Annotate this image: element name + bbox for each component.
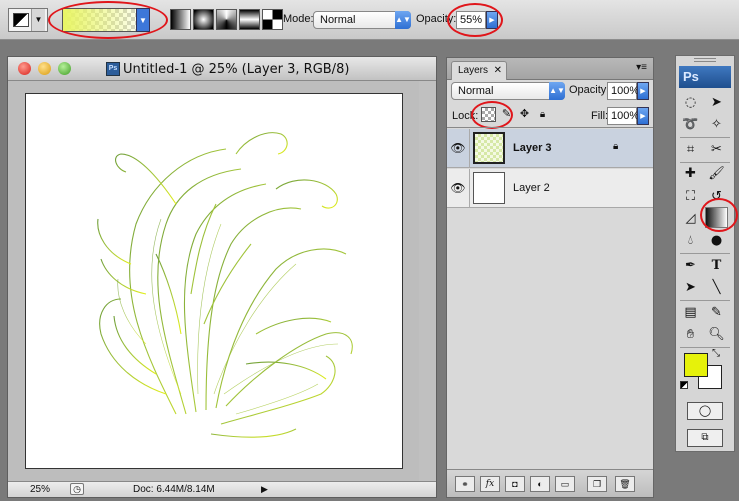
close-button[interactable] [18, 62, 31, 75]
tab-layers-label: Layers [458, 65, 489, 76]
dodge-tool-icon[interactable]: ● [705, 230, 728, 251]
eraser-tool-icon[interactable]: ◿ [679, 208, 702, 229]
layers-panel: Layers ✕ ▾≡ Normal ▲▼ Opacity: 100% ▶ Lo… [446, 57, 654, 498]
foreground-color-swatch[interactable] [684, 353, 708, 377]
mode-select[interactable]: Normal ▲▼ [313, 11, 411, 29]
lock-position-icon[interactable]: ✥ [517, 107, 532, 122]
fill-field[interactable]: 100% [607, 107, 639, 125]
move-tool-icon[interactable]: ➤ [705, 92, 728, 113]
type-tool-icon[interactable]: T [705, 255, 728, 276]
status-menu-arrow-icon[interactable]: ▶ [261, 483, 273, 495]
select-arrows-icon: ▲▼ [549, 82, 565, 100]
layer-lock-icon: 🔒︎ [613, 141, 619, 152]
reflected-gradient-button[interactable] [239, 9, 260, 30]
document-size: Doc: 6.44M/8.14M [133, 484, 215, 495]
trash-icon[interactable]: 🗑︎ [615, 476, 635, 492]
blend-mode-value: Normal [458, 85, 494, 97]
pen-tool-icon[interactable]: ✒ [679, 255, 702, 276]
layer-opacity-label: Opacity: [569, 84, 610, 96]
select-arrows-icon: ▲▼ [395, 11, 411, 29]
radial-gradient-button[interactable] [193, 9, 214, 30]
mode-label: Mode: [283, 13, 314, 25]
zoom-button[interactable] [58, 62, 71, 75]
panel-menu-icon[interactable]: ▾≡ [636, 62, 647, 73]
path-selection-tool-icon[interactable]: ➤ [679, 277, 702, 298]
options-bar: ▼ ▼ Mode: Normal ▲▼ Opacity: 55% ▶ [0, 0, 739, 40]
toolbox: Ps ◌ ➤ ➰ ✧ ⌗ ✂ ✚ 🖌︎ ⛶ ↺ ◿ 💧︎ ● ✒ T ➤ ╲ ▤… [675, 55, 738, 452]
clone-stamp-tool-icon[interactable]: ⛶ [679, 186, 702, 207]
link-layers-icon[interactable]: ⚭ [455, 476, 475, 492]
layer-name: Layer 2 [513, 182, 550, 194]
layer-style-icon[interactable]: fx [480, 476, 500, 492]
vertical-scrollbar[interactable] [419, 81, 436, 481]
annotation-circle [48, 1, 168, 39]
layer-name: Layer 3 [513, 142, 552, 154]
fill-slider-button[interactable]: ▶ [637, 107, 649, 125]
blend-mode-select[interactable]: Normal ▲▼ [451, 82, 565, 100]
layer-row-layer-3[interactable]: 👁︎ Layer 3 🔒︎ [447, 129, 653, 168]
zoom-level[interactable]: 25% [30, 484, 50, 495]
diamond-gradient-button[interactable] [262, 9, 283, 30]
layer-thumbnail [473, 172, 505, 204]
layer-opacity-slider-button[interactable]: ▶ [637, 82, 649, 100]
adjustment-layer-icon[interactable]: ◐ [530, 476, 550, 492]
marquee-tool-icon[interactable]: ◌ [679, 92, 702, 113]
acanthus-leaf-artwork [97, 132, 353, 438]
layer-row-layer-2[interactable]: 👁︎ Layer 2 [447, 169, 653, 208]
lasso-tool-icon[interactable]: ➰ [679, 114, 702, 135]
visibility-eye-icon[interactable]: 👁︎ [447, 169, 470, 208]
close-icon[interactable]: ✕ [494, 62, 502, 79]
tab-layers[interactable]: Layers ✕ [451, 61, 507, 80]
layers-panel-footer: ⚭ fx ◘ ◐ ▭ ❐ 🗑︎ [447, 469, 653, 497]
magic-wand-tool-icon[interactable]: ✧ [705, 114, 728, 135]
default-colors-icon[interactable] [680, 381, 688, 389]
mode-value: Normal [320, 14, 356, 26]
chevron-down-icon: ▼ [31, 9, 45, 31]
lock-all-icon[interactable]: 🔒︎ [535, 107, 550, 122]
blur-tool-icon[interactable]: 💧︎ [679, 230, 702, 251]
document-status-bar: 25% ◷ Doc: 6.44M/8.14M ▶ [8, 481, 436, 497]
divider [447, 127, 653, 128]
hand-tool-icon[interactable]: ✋︎ [679, 324, 702, 345]
healing-brush-tool-icon[interactable]: ✚ [679, 163, 702, 184]
divider [680, 137, 730, 138]
zoom-tool-icon[interactable]: 🔍︎ [705, 324, 728, 345]
ps-document-icon: Ps [106, 62, 120, 76]
angle-gradient-button[interactable] [216, 9, 237, 30]
screen-mode-button[interactable]: ⧉ [687, 429, 723, 447]
toolbox-grip[interactable] [694, 58, 716, 62]
annotation-circle [700, 198, 738, 232]
divider [680, 253, 730, 254]
visibility-eye-icon[interactable]: 👁︎ [447, 129, 470, 168]
brush-tool-icon[interactable]: 🖌︎ [705, 163, 728, 184]
annotation-circle [447, 3, 503, 37]
document-title: Untitled-1 @ 25% (Layer 3, RGB/8) [123, 62, 350, 77]
swap-colors-icon[interactable]: ⤡ [712, 348, 720, 359]
layer-thumbnail [473, 132, 505, 164]
canvas[interactable] [25, 93, 403, 469]
minimize-button[interactable] [38, 62, 51, 75]
new-layer-icon[interactable]: ❐ [587, 476, 607, 492]
panel-tab-bar: Layers ✕ ▾≡ [447, 58, 653, 80]
notes-tool-icon[interactable]: ▤ [679, 302, 702, 323]
gradient-tool-icon [13, 13, 29, 27]
ps-logo[interactable]: Ps [679, 66, 731, 88]
crop-tool-icon[interactable]: ⌗ [679, 139, 702, 160]
fill-label: Fill: [591, 110, 609, 122]
new-group-icon[interactable]: ▭ [555, 476, 575, 492]
linear-gradient-button[interactable] [170, 9, 191, 30]
layer-opacity-field[interactable]: 100% [607, 82, 639, 100]
document-window: Ps Untitled-1 @ 25% (Layer 3, RGB/8) 25%… [7, 56, 437, 498]
line-tool-icon[interactable]: ╲ [705, 277, 728, 298]
annotation-circle [471, 101, 513, 129]
timer-icon[interactable]: ◷ [70, 483, 84, 495]
add-mask-icon[interactable]: ◘ [505, 476, 525, 492]
quick-mask-button[interactable]: ◯ [687, 402, 723, 420]
document-title-bar[interactable]: Ps Untitled-1 @ 25% (Layer 3, RGB/8) [8, 57, 436, 81]
tool-preset-picker[interactable]: ▼ [8, 8, 48, 32]
divider [680, 347, 730, 348]
eyedropper-tool-icon[interactable]: ✎ [705, 302, 728, 323]
slice-tool-icon[interactable]: ✂ [705, 139, 728, 160]
divider [680, 300, 730, 301]
